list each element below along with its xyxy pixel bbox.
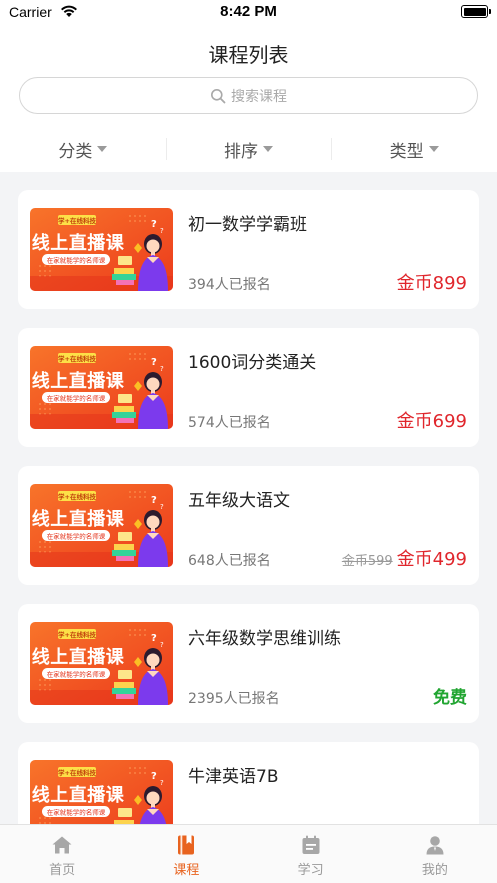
user-icon [426,836,444,855]
battery-icon [461,5,491,18]
enroll-count: 394人已报名 [188,277,271,293]
price-group: 金币699 [393,407,467,433]
svg-text:?: ? [151,219,157,230]
filter-label: 分类 [58,141,93,162]
search-placeholder: 搜索课程 [231,88,287,105]
course-title: 五年级大语文 [188,491,290,511]
course-title: 初一数学学霸班 [188,215,307,235]
course-thumbnail: ? ? 学+在线科技线上直播课在家就能学的名师课 [30,484,173,567]
thumbnail-badge: 学+在线科技 [58,768,96,777]
thumbnail-headline: 线上直播课 [32,784,125,806]
thumbnail-headline: 线上直播课 [32,646,125,668]
filter-type[interactable]: 类型 [331,130,497,168]
price-group: 金币899 [393,269,467,295]
original-price: 金币599 [341,554,393,569]
thumbnail-tagline: 在家就能学的名师课 [47,808,106,817]
status-time: 8:42 PM [220,3,277,20]
thumbnail-illustration: ? ? 学+在线科技线上直播课在家就能学的名师课 [30,484,173,567]
filter-label: 类型 [389,141,424,162]
calendar-icon [302,835,320,854]
course-title: 牛津英语7B [188,767,279,787]
header: 课程列表 搜索课程 分类 排序 类型 [0,26,497,172]
course-price: 金币899 [396,273,467,294]
book-icon [178,835,195,855]
search-input[interactable]: 搜索课程 [19,77,478,114]
tab-mine[interactable]: 我的 [373,825,497,883]
tab-label: 首页 [49,863,76,878]
svg-text:?: ? [151,771,157,782]
svg-text:?: ? [160,227,164,235]
thumbnail-tagline: 在家就能学的名师课 [47,532,106,541]
search-icon [211,88,226,103]
price-group: 免费 [429,683,467,708]
thumbnail-headline: 线上直播课 [32,232,125,254]
filter-bar: 分类 排序 类型 [0,130,497,168]
tab-courses[interactable]: 课程 [124,825,248,883]
course-title: 六年级数学思维训练 [188,629,341,649]
thumbnail-illustration: ? ? 学+在线科技线上直播课在家就能学的名师课 [30,346,173,429]
enroll-count: 648人已报名 [188,553,271,569]
svg-text:?: ? [160,641,164,649]
caret-down-icon [428,146,439,152]
page-title: 课程列表 [208,43,289,67]
thumbnail-art: ? ? 学+在线科技线上直播课在家就能学的名师课 [30,484,173,567]
course-price: 金币699 [396,411,467,432]
tab-bar: 首页 课程 学习 我的 [0,824,497,883]
tab-label: 课程 [173,863,200,878]
enroll-count: 2395人已报名 [188,691,280,707]
svg-text:?: ? [160,365,164,373]
tab-home[interactable]: 首页 [0,825,124,883]
course-card[interactable]: ? ? 学+在线科技线上直播课在家就能学的名师课 六年级数学思维训练 2395人… [18,604,479,723]
thumbnail-badge: 学+在线科技 [58,216,96,225]
thumbnail-badge: 学+在线科技 [58,354,96,363]
thumbnail-art: ? ? 学+在线科技线上直播课在家就能学的名师课 [30,208,173,291]
svg-text:?: ? [151,357,157,368]
course-title: 1600词分类通关 [188,353,317,373]
thumbnail-tagline: 在家就能学的名师课 [47,256,106,265]
filter-label: 排序 [224,141,258,162]
course-thumbnail: ? ? 学+在线科技线上直播课在家就能学的名师课 [30,208,173,291]
course-price-free: 免费 [433,688,467,708]
thumbnail-illustration: ? ? 学+在线科技线上直播课在家就能学的名师课 [30,622,173,705]
svg-text:?: ? [151,633,157,644]
thumbnail-art: ? ? 学+在线科技线上直播课在家就能学的名师课 [30,346,173,429]
svg-text:?: ? [160,503,164,511]
caret-down-icon [263,146,273,152]
filter-category[interactable]: 分类 [0,130,166,168]
thumbnail-badge: 学+在线科技 [58,630,96,639]
tab-label: 我的 [421,863,448,878]
course-thumbnail: ? ? 学+在线科技线上直播课在家就能学的名师课 [30,622,173,705]
thumbnail-headline: 线上直播课 [32,370,125,392]
svg-text:?: ? [160,779,164,787]
thumbnail-tagline: 在家就能学的名师课 [47,394,106,403]
caret-down-icon [97,146,108,152]
thumbnail-illustration: ? ? 学+在线科技线上直播课在家就能学的名师课 [30,208,173,291]
svg-text:?: ? [151,495,157,506]
course-card[interactable]: ? ? 学+在线科技线上直播课在家就能学的名师课 1600词分类通关 574人已… [18,328,479,447]
course-price: 金币499 [396,549,467,570]
status-bar: Carrier 8:42 PM [0,0,497,26]
course-thumbnail: ? ? 学+在线科技线上直播课在家就能学的名师课 [30,346,173,429]
tab-study[interactable]: 学习 [249,825,373,883]
thumbnail-badge: 学+在线科技 [58,492,96,501]
home-icon [52,836,72,854]
course-card[interactable]: ? ? 学+在线科技线上直播课在家就能学的名师课 初一数学学霸班 394人已报名… [18,190,479,309]
tab-label: 学习 [297,863,324,878]
thumbnail-headline: 线上直播课 [32,508,125,530]
enroll-count: 574人已报名 [188,415,271,431]
thumbnail-tagline: 在家就能学的名师课 [47,670,106,679]
thumbnail-art: ? ? 学+在线科技线上直播课在家就能学的名师课 [30,622,173,705]
price-group: 金币599 金币499 [342,545,467,571]
filter-sort[interactable]: 排序 [165,130,332,168]
course-card[interactable]: ? ? 学+在线科技 线上直播课 在家就能学的名师课 五年级大语文 648人已报名 … [18,466,479,585]
